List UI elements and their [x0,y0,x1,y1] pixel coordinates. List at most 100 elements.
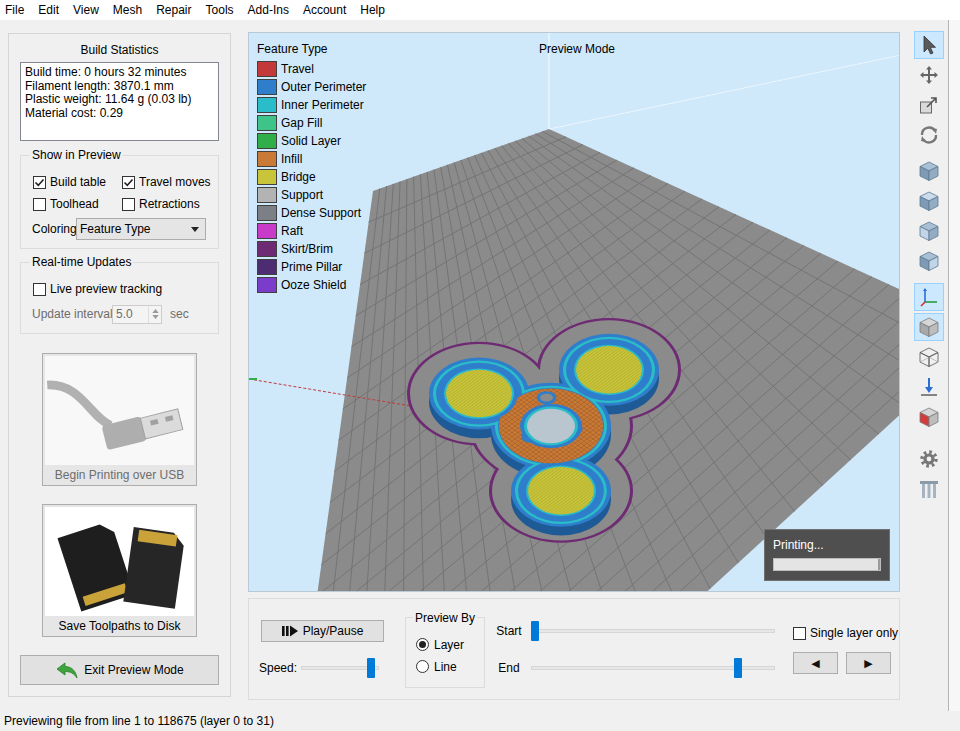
toolbar-button[interactable] [914,247,944,275]
coloring-label: Coloring [32,222,76,236]
legend-item: Travel [257,60,366,78]
menu-item[interactable]: View [73,3,99,17]
toolbar-button[interactable] [914,121,944,149]
option-label: Travel moves [139,175,211,189]
legend-swatch [257,97,277,113]
speed-label: Speed: [259,661,294,675]
toolbar-button[interactable] [914,475,944,503]
legend-swatch [257,133,277,149]
option-label: Toolhead [50,197,99,211]
spin-up-icon[interactable] [152,309,159,313]
build-statistics: Build time: 0 hours 32 minutesFilament l… [20,62,219,141]
spin-down-icon[interactable] [152,315,159,319]
legend-swatch [257,169,277,185]
preview-option[interactable]: Build table [33,171,122,193]
play-pause-button[interactable]: Play/Pause [261,620,384,642]
toolbar-button[interactable] [914,61,944,89]
window-edge [948,20,960,711]
menu-item[interactable]: Help [360,3,385,17]
solid-icon [918,316,940,338]
slider[interactable] [301,657,379,679]
preview-option[interactable]: Toolhead [33,193,122,215]
toolbar-button[interactable] [914,91,944,119]
step-button[interactable]: ◀ [793,652,838,674]
slider-track [531,629,775,633]
checkbox[interactable] [33,283,46,296]
interval-spinbox[interactable]: 5.0 [112,305,162,324]
legend-item: Prime Pillar [257,258,366,276]
rotate-icon [918,124,940,146]
menu-item[interactable]: Account [303,3,346,17]
option-label: Retractions [139,197,200,211]
button-label: Exit Preview Mode [84,663,183,677]
slider-thumb[interactable] [367,658,375,678]
toolbar-button[interactable] [914,187,944,215]
back-arrow-icon [55,660,79,680]
toolbar-group [914,283,944,431]
legend-label: Bridge [281,170,316,184]
slider[interactable] [531,620,775,642]
menu-item[interactable]: File [5,3,24,17]
toolbar-button[interactable] [914,373,944,401]
checkbox[interactable] [33,176,46,189]
cube-top-icon [918,190,940,212]
menu-item[interactable]: Edit [38,3,59,17]
checkbox[interactable] [793,627,806,640]
checkbox[interactable] [122,176,135,189]
radio-button[interactable] [416,660,429,673]
legend-item: Dense Support [257,204,366,222]
checkbox[interactable] [33,198,46,211]
menu-bar: File Edit View Mesh Repair Tools Add-Ins Accoun… [0,0,960,20]
toolbar-button[interactable] [914,157,944,185]
pointer-icon [918,34,940,56]
check-icon [34,177,45,188]
wireframe-icon [918,346,940,368]
range-label: Start [487,624,531,638]
preview-option[interactable]: Retractions [122,193,211,215]
checkbox[interactable] [122,198,135,211]
toolbar-button[interactable] [914,445,944,473]
single-layer-option[interactable]: Single layer only [793,624,898,642]
toolbar-button[interactable] [914,217,944,245]
menu-item[interactable]: Mesh [113,3,142,17]
toolbar-button[interactable] [914,283,944,311]
legend-item: Infill [257,150,366,168]
statistic-line: Filament length: 3870.1 mm [25,80,214,94]
sd-button[interactable]: Save Toolpaths to Disk [42,504,197,637]
toolbar-button[interactable] [914,313,944,341]
preview-option[interactable]: Travel moves [122,171,211,193]
toolbar-group [914,445,944,503]
legend-item: Skirt/Brim [257,240,366,258]
radio-button[interactable] [416,638,429,651]
status-bar: Previewing file from line 1 to 118675 (l… [0,711,960,731]
legend-swatch [257,115,277,131]
usb-button[interactable]: Begin Printing over USB [42,353,197,486]
legend-item: Outer Perimeter [257,78,366,96]
toolbar-button[interactable] [914,31,944,59]
menu-item[interactable]: Tools [206,3,234,17]
slider-thumb[interactable] [531,621,539,641]
preview-viewport[interactable]: Preview Mode Feature Type Travel Outer P… [248,32,900,592]
preview-by-option[interactable]: Layer [416,634,478,656]
step-button[interactable]: ▶ [846,652,891,674]
slider[interactable] [531,657,775,679]
toolbar-button[interactable] [914,343,944,371]
legend-swatch [257,205,277,221]
toolbar-button[interactable] [914,403,944,431]
legend-label: Support [281,188,323,202]
exit-preview-button[interactable]: Exit Preview Mode [20,655,219,685]
slider-thumb[interactable] [734,658,742,678]
option-label: Single layer only [810,626,898,640]
preview-canvas[interactable] [249,33,900,592]
preview-by-option[interactable]: Line [416,656,478,678]
menu-item[interactable]: Add-Ins [248,3,289,17]
menu-item[interactable]: Repair [156,3,191,17]
legend-label: Gap Fill [281,116,322,130]
preview-by-group: Preview By Layer Line [405,611,485,688]
group-title: Preview By [413,611,477,625]
live-tracking-option[interactable]: Live preview tracking [33,278,210,300]
button-label: Play/Pause [303,624,364,638]
coloring-dropdown[interactable]: Feature Type [76,218,206,240]
legend-label: Dense Support [281,206,361,220]
legend-label: Skirt/Brim [281,242,333,256]
